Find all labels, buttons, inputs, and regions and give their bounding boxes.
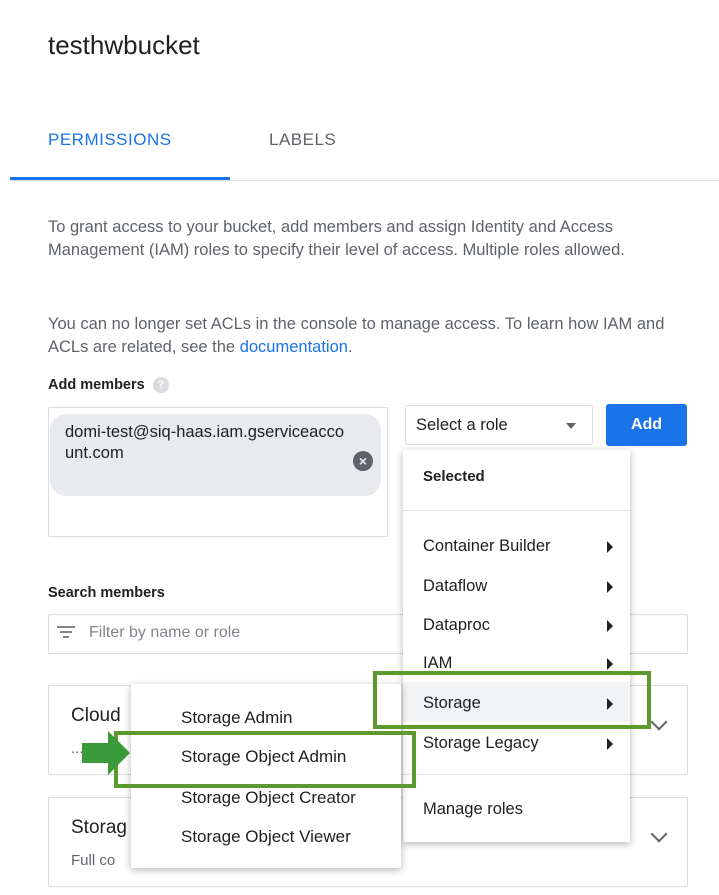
submenu-item-storage-object-creator[interactable]: Storage Object Creator (181, 788, 356, 808)
chevron-right-icon (607, 581, 613, 593)
menu-item-dataproc[interactable]: Dataproc (423, 616, 490, 635)
storage-highlight-box (373, 671, 651, 729)
search-placeholder: Filter by name or role (89, 624, 241, 641)
intro-text: To grant access to your bucket, add memb… (48, 218, 625, 259)
acl-text-body: You can no longer set ACLs in the consol… (48, 315, 665, 356)
role-dropdown-menu: Selected Container Builder Dataflow Data… (403, 450, 630, 842)
add-button[interactable]: Add (606, 404, 687, 446)
role-card-title: Cloud (71, 705, 121, 726)
menu-item-dataflow[interactable]: Dataflow (423, 577, 487, 596)
acl-text: You can no longer set ACLs in the consol… (48, 313, 688, 359)
role-select-value: Select a role (416, 416, 508, 434)
search-members-label: Search members (48, 585, 165, 601)
chevron-right-icon (607, 738, 613, 750)
tab-labels[interactable]: LABELS (269, 130, 336, 150)
add-members-label: Add members? (48, 377, 169, 394)
role-select-dropdown[interactable]: Select a role (405, 405, 593, 445)
members-input[interactable]: domi-test@siq-haas.iam.gserviceaccount.c… (48, 407, 388, 537)
page-title: testhwbucket (48, 30, 200, 60)
menu-divider (403, 774, 630, 775)
chevron-down-icon (566, 423, 576, 429)
green-arrow-icon (82, 731, 130, 775)
manage-roles-link[interactable]: Manage roles (423, 800, 523, 819)
add-members-label-text: Add members (48, 377, 145, 393)
tab-bar: PERMISSIONS LABELS (10, 118, 719, 181)
menu-divider (403, 510, 630, 511)
member-chip-text: domi-test@siq-haas.iam.gserviceaccount.c… (65, 423, 345, 462)
close-circle-icon[interactable]: × (353, 451, 373, 471)
member-chip: domi-test@siq-haas.iam.gserviceaccount.c… (50, 414, 381, 496)
menu-item-storage-legacy[interactable]: Storage Legacy (423, 734, 539, 753)
menu-item-container-builder[interactable]: Container Builder (423, 537, 551, 556)
role-card-subtitle: Full co (71, 852, 116, 869)
chevron-right-icon (607, 658, 613, 670)
help-circle-icon[interactable]: ? (152, 377, 169, 394)
chevron-down-icon[interactable] (650, 713, 668, 731)
active-tab-indicator (10, 177, 230, 180)
storage-object-admin-highlight-box (114, 731, 416, 788)
chevron-right-icon (607, 620, 613, 632)
documentation-link[interactable]: documentation (240, 338, 348, 356)
filter-icon (57, 626, 75, 642)
role-card-title: Storag (71, 817, 127, 838)
chevron-right-icon (607, 541, 613, 553)
submenu-item-storage-admin[interactable]: Storage Admin (181, 708, 293, 728)
chevron-down-icon[interactable] (650, 825, 668, 843)
tab-permissions[interactable]: PERMISSIONS (48, 130, 172, 150)
menu-header-selected: Selected (423, 468, 485, 485)
submenu-item-storage-object-viewer[interactable]: Storage Object Viewer (181, 827, 351, 847)
acl-text-end: . (347, 338, 353, 356)
